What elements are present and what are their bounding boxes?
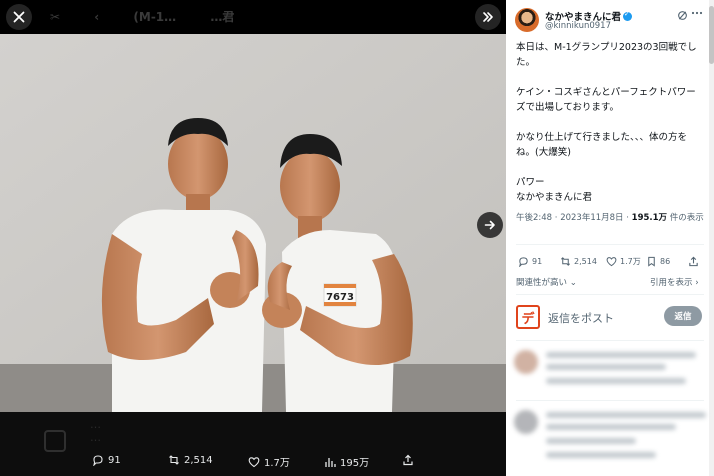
reply-avatar <box>514 410 538 434</box>
media-like-button[interactable]: 1.7万 <box>248 454 290 469</box>
scrollbar-thumb[interactable] <box>709 6 714 64</box>
media-repost-button[interactable]: 2,514 <box>168 454 213 466</box>
reply-text-line <box>546 412 706 418</box>
background-tweet-header-item: ‹ <box>94 10 100 24</box>
current-user-avatar: デ <box>516 305 540 329</box>
repost-count: 2,514 <box>574 257 597 266</box>
like-count: 1.7万 <box>620 257 641 266</box>
reply-item-blurred[interactable] <box>514 346 706 396</box>
bookmark-button[interactable]: 86 <box>646 256 670 267</box>
tweet-paragraph: ケイン・コスギさんとパーフェクトパワーズで出場しております。 <box>516 87 696 113</box>
share-icon <box>403 454 413 466</box>
tweet-photo[interactable]: 7673 <box>0 34 506 412</box>
divider <box>516 400 704 401</box>
ellipsis-icon <box>691 11 703 15</box>
close-button[interactable] <box>6 4 32 30</box>
tweet-paragraph: 本日は、M-1グランプリ2023の3回戦でした。 <box>516 42 697 68</box>
media-repost-count: 2,514 <box>184 454 213 466</box>
background-tweet-header-item: …君 <box>210 10 235 24</box>
tweet-view-count: 195.1万 <box>631 213 668 223</box>
bookmark-count: 86 <box>660 257 671 266</box>
media-reply-count: 91 <box>108 454 121 466</box>
media-reply-button[interactable]: 91 <box>92 454 121 466</box>
tweet-detail-pane: なかやまきんに君 @kinnikun0917 本日は、M-1グランプリ2023の… <box>506 0 714 476</box>
scrollbar[interactable] <box>709 0 714 476</box>
reply-icon <box>93 455 103 466</box>
double-chevron-right-icon <box>483 12 493 22</box>
race-bib-number: 7673 <box>326 292 354 303</box>
tweet-action-bar: 91 2,514 1.7万 86 <box>516 254 704 270</box>
repost-icon <box>169 455 179 465</box>
reply-item-blurred[interactable] <box>514 406 706 458</box>
background-text-line: … <box>90 431 101 444</box>
photo-two-men-flexing: 7673 <box>0 34 506 412</box>
background-text-line: … <box>90 418 101 431</box>
share-button[interactable] <box>688 256 699 267</box>
repost-icon <box>561 257 570 266</box>
close-icon <box>13 11 25 23</box>
grok-icon[interactable] <box>677 10 688 24</box>
reply-input[interactable]: 返信をポスト <box>548 310 614 326</box>
tweet-paragraph: かなり仕上げて行きました、、、体の方をね。(大爆笑) <box>516 132 688 158</box>
background-text: … … <box>90 418 101 444</box>
tweet-paragraph: パワー なかやまきんに君 <box>516 177 593 203</box>
reply-composer: デ 返信をポスト 返信 <box>516 304 706 330</box>
reply-icon <box>519 257 528 267</box>
heart-icon <box>606 257 617 267</box>
author-handle[interactable]: @kinnikun0917 <box>545 21 611 31</box>
tweet-metadata: 午後2:48 · 2023年11月8日 · 195.1万 件の表示 <box>516 212 704 225</box>
heart-icon <box>248 456 260 467</box>
reply-text-line <box>546 364 666 370</box>
media-views-button[interactable]: 195万 <box>324 454 369 469</box>
tweet-timestamp[interactable]: 午後2:48 · 2023年11月8日 · <box>516 213 632 223</box>
repost-button[interactable]: 2,514 <box>560 256 597 267</box>
like-button[interactable]: 1.7万 <box>606 256 641 267</box>
reply-text-line <box>546 438 636 444</box>
verified-badge-icon <box>623 10 633 21</box>
divider <box>516 244 704 245</box>
grok-slash-icon <box>678 11 687 20</box>
media-share-button[interactable] <box>402 454 414 466</box>
divider <box>516 340 704 341</box>
tweet-author: なかやまきんに君 @kinnikun0917 <box>515 6 705 34</box>
bar-chart-icon <box>325 457 336 467</box>
media-viewer: ✂ ‹ (M-1… …君 7673 … … 91 2,514 1.7万 195万… <box>0 0 714 476</box>
reply-button[interactable]: 91 <box>518 256 542 267</box>
media-views-count: 195万 <box>340 458 370 469</box>
collapse-panel-button[interactable] <box>475 4 501 30</box>
sort-relevance-dropdown[interactable]: 関連性が高い ⌄ <box>516 276 577 288</box>
author-avatar[interactable] <box>515 8 539 32</box>
reply-avatar <box>514 350 538 374</box>
background-tweet-header: ✂ ‹ (M-1… …君 <box>50 8 264 25</box>
bookmark-icon <box>648 256 655 267</box>
reply-text-line <box>546 378 686 384</box>
reply-count: 91 <box>532 257 543 266</box>
tweet-view-label: 件の表示 <box>667 213 704 223</box>
reply-text-line <box>546 452 656 458</box>
divider <box>516 294 704 295</box>
media-topbar: ✂ ‹ (M-1… …君 <box>0 0 506 34</box>
next-media-button[interactable] <box>477 212 503 238</box>
reply-text-line <box>546 424 676 430</box>
more-options-icon[interactable] <box>691 7 703 22</box>
media-pane: ✂ ‹ (M-1… …君 7673 … … 91 2,514 1.7万 195万 <box>0 0 506 476</box>
background-tweet-header-item: (M-1… <box>133 10 177 24</box>
background-avatar <box>44 430 66 452</box>
reply-text-line <box>546 352 696 358</box>
view-quotes-link[interactable]: 引用を表示 › <box>650 276 699 288</box>
share-icon <box>689 256 698 267</box>
background-tweet-header-item: ✂ <box>50 10 61 24</box>
reply-submit-button[interactable]: 返信 <box>664 306 702 326</box>
media-like-count: 1.7万 <box>264 458 290 469</box>
arrow-right-icon <box>484 220 495 230</box>
media-action-bar: 91 2,514 1.7万 195万 <box>0 450 506 472</box>
tweet-text: 本日は、M-1グランプリ2023の3回戦でした。 ケイン・コスギさんとパーフェク… <box>516 40 704 205</box>
